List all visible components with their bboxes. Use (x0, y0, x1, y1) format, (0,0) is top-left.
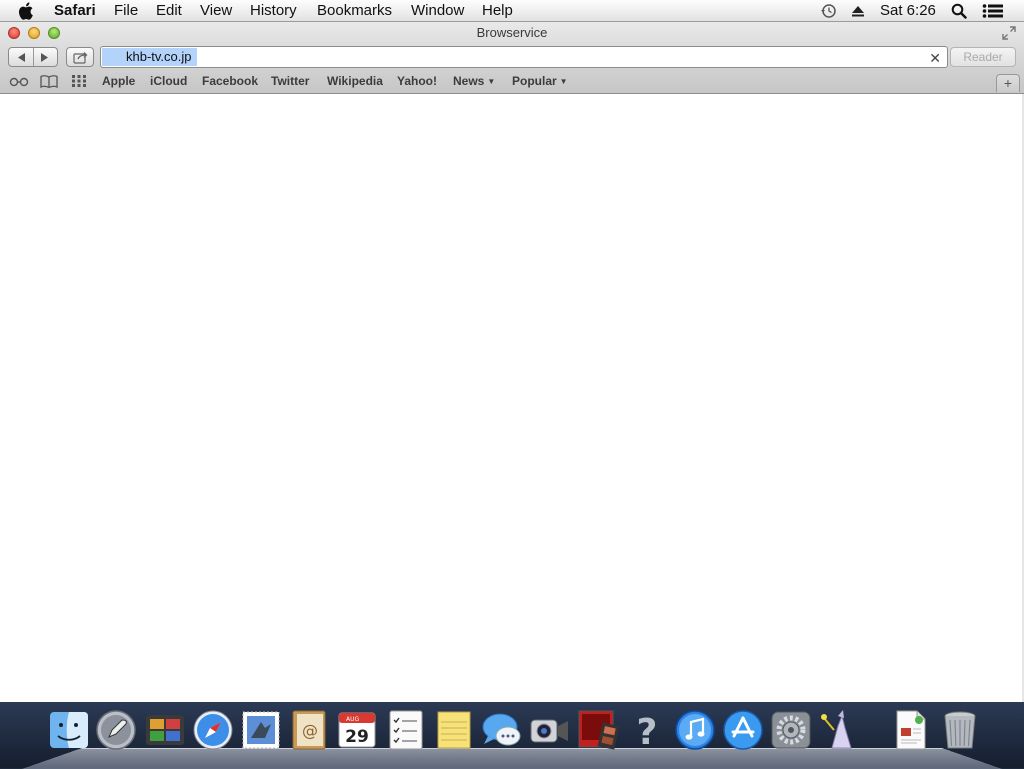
menu-bookmarks[interactable]: Bookmarks (317, 2, 392, 19)
messages-bubble-icon (482, 713, 521, 746)
menu-help[interactable]: Help (482, 2, 513, 19)
bookmark-apple[interactable]: Apple (102, 74, 135, 88)
notes-icon (437, 711, 471, 749)
toolbar: Browservice khb-tv.co.jp ✕ Reader Apple … (0, 22, 1024, 94)
bookmark-folder-popular[interactable]: Popular ▼ (512, 74, 568, 88)
browser-window: Browservice khb-tv.co.jp ✕ Reader Apple … (0, 22, 1024, 702)
question-mark-icon: ? (637, 712, 658, 753)
reader-button[interactable]: Reader (950, 47, 1016, 67)
share-button[interactable] (66, 47, 94, 67)
back-arrow-icon[interactable] (16, 52, 26, 63)
window-title: Browservice (476, 25, 548, 40)
fullscreen-icon[interactable] (1002, 26, 1016, 40)
calendar-icon: AUG 29 (338, 712, 376, 748)
bookmark-wikipedia[interactable]: Wikipedia (327, 74, 383, 88)
safari-compass-icon (193, 710, 233, 750)
app-store-icon (723, 710, 763, 750)
notification-center-icon[interactable] (982, 3, 1004, 19)
dock-itunes[interactable] (673, 708, 717, 752)
itunes-music-icon (675, 710, 715, 750)
contacts-book-icon: @ (292, 710, 326, 750)
bookmark-folder-news[interactable]: News ▼ (453, 74, 495, 88)
bookmarks-book-icon[interactable] (40, 75, 58, 88)
dock-calendar[interactable]: AUG 29 (335, 708, 379, 752)
dock-help[interactable]: ? (625, 708, 669, 753)
chevron-down-icon: ▼ (487, 77, 496, 86)
bookmark-news-label: News (453, 74, 485, 88)
address-bar[interactable]: khb-tv.co.jp ✕ (100, 46, 948, 68)
top-sites-grid-icon[interactable] (72, 75, 86, 87)
dock-wizard[interactable] (818, 708, 862, 752)
dock-app-store[interactable] (721, 708, 765, 752)
dock-finder[interactable] (47, 708, 91, 752)
bookmark-yahoo[interactable]: Yahoo! (397, 74, 437, 88)
menu-clock[interactable]: Sat 6:26 (880, 2, 936, 19)
finder-icon (50, 712, 88, 748)
apple-menu-icon[interactable] (18, 1, 36, 21)
calendar-month: AUG (346, 716, 359, 723)
dock-messages[interactable] (480, 708, 524, 752)
page-content[interactable] (0, 94, 1022, 702)
time-machine-icon[interactable] (820, 3, 837, 19)
dock-system-preferences[interactable] (769, 708, 813, 752)
dock-facetime[interactable] (528, 708, 572, 752)
dock-mail[interactable] (239, 708, 283, 752)
share-icon (73, 52, 88, 64)
menu-file[interactable]: File (114, 2, 138, 19)
gear-icon (771, 711, 811, 749)
reading-list-icon[interactable] (9, 77, 29, 87)
photo-booth-icon (146, 715, 184, 745)
bookmark-icloud[interactable]: iCloud (150, 74, 187, 88)
menu-bar: Safari File Edit View History Bookmarks … (0, 0, 1024, 22)
photo-strip-icon (578, 710, 620, 750)
svg-text:@: @ (302, 721, 318, 740)
reminders-checklist-icon (389, 710, 423, 750)
menu-window[interactable]: Window (411, 2, 464, 19)
calendar-day: 29 (345, 727, 369, 747)
menu-history[interactable]: History (250, 2, 297, 19)
chevron-down-icon: ▼ (559, 77, 568, 86)
mail-stamp-icon (242, 711, 280, 749)
dock-notes[interactable] (432, 708, 476, 752)
clear-address-icon[interactable]: ✕ (929, 50, 941, 67)
bookmark-twitter[interactable]: Twitter (271, 74, 309, 88)
bookmarks-bar: Apple iCloud Facebook Twitter Wikipedia … (0, 70, 1024, 92)
menu-view[interactable]: View (200, 2, 232, 19)
document-icon (896, 710, 926, 750)
wizard-icon (821, 710, 852, 749)
back-forward-control (8, 47, 58, 67)
menu-app-safari[interactable]: Safari (54, 2, 96, 19)
forward-arrow-icon[interactable] (40, 52, 50, 63)
dock-safari[interactable] (191, 708, 235, 752)
dock-trash[interactable] (938, 708, 982, 752)
dock-photo-booth[interactable] (143, 708, 187, 752)
dock-document[interactable] (889, 708, 933, 752)
dock-contacts[interactable]: @ (287, 708, 331, 752)
launchpad-rocket-icon (96, 710, 136, 750)
bookmark-popular-label: Popular (512, 74, 557, 88)
facetime-camera-icon (530, 719, 568, 743)
eject-icon[interactable] (851, 4, 865, 18)
bookmark-facebook[interactable]: Facebook (202, 74, 258, 88)
menu-edit[interactable]: Edit (156, 2, 182, 19)
address-text: khb-tv.co.jp (102, 48, 197, 66)
trash-icon (944, 711, 976, 749)
dock-reminders[interactable] (384, 708, 428, 752)
dock-photo-strip[interactable] (576, 708, 620, 752)
svg-text:?: ? (637, 712, 658, 752)
new-tab-button[interactable]: + (996, 74, 1020, 92)
spotlight-search-icon[interactable] (951, 3, 967, 19)
dock-launchpad[interactable] (94, 708, 138, 752)
